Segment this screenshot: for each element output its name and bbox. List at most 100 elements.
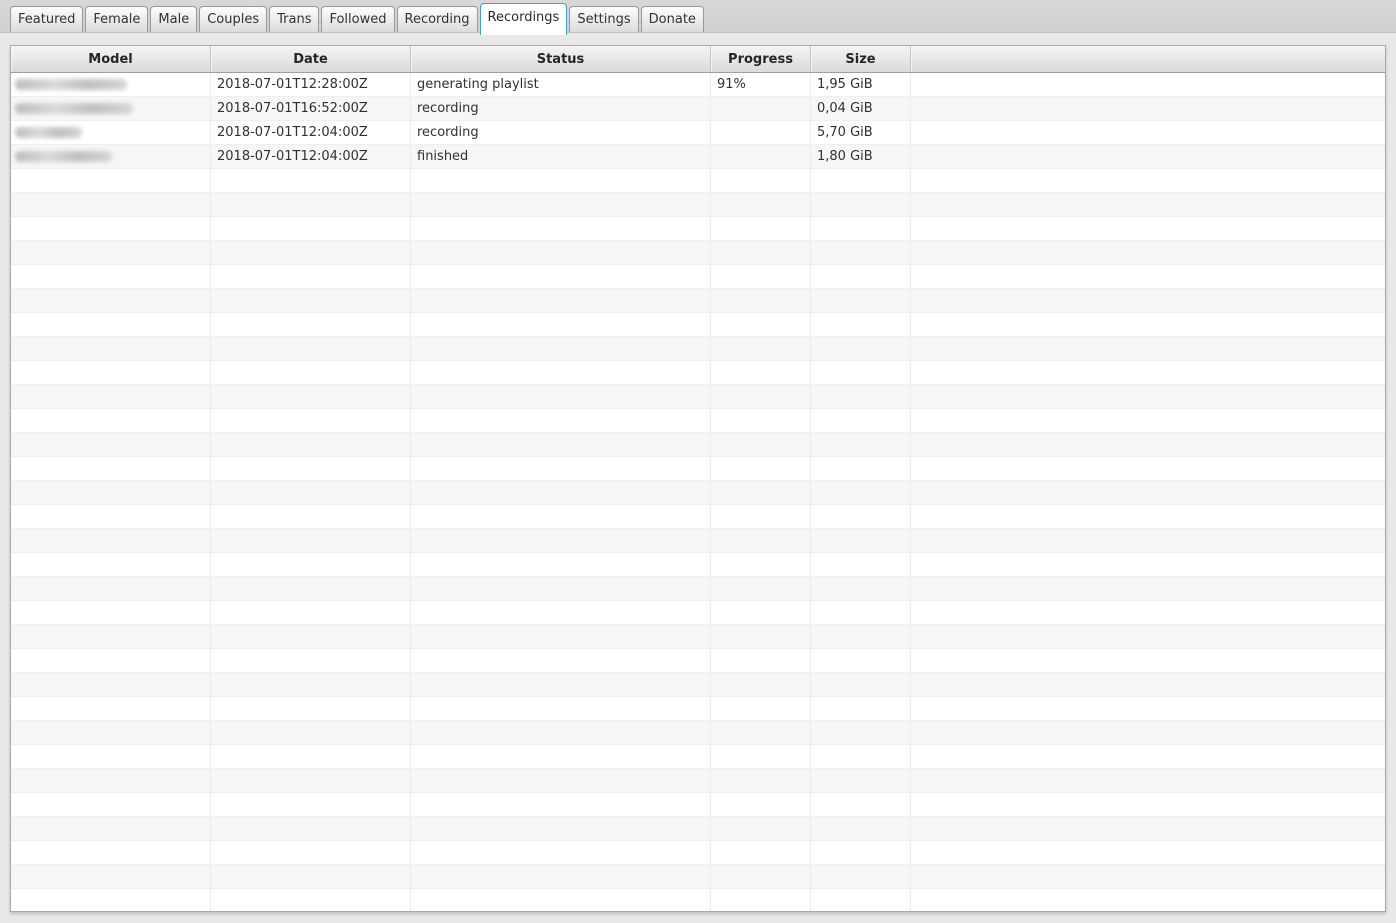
table-row-empty	[11, 361, 1385, 385]
cell-size	[811, 673, 911, 696]
cell-progress	[711, 217, 811, 240]
cell-date: 2018-07-01T12:04:00Z	[211, 121, 411, 144]
tab-recordings[interactable]: Recordings	[479, 3, 568, 35]
cell-model	[11, 601, 211, 624]
table-row-empty	[11, 625, 1385, 649]
cell-model	[11, 745, 211, 768]
cell-status: recording	[411, 97, 711, 120]
column-header-status[interactable]: Status	[411, 46, 711, 72]
column-header-progress[interactable]: Progress	[711, 46, 811, 72]
cell-date	[211, 817, 411, 840]
cell-progress	[711, 625, 811, 648]
table-row-empty	[11, 241, 1385, 265]
cell-size	[811, 817, 911, 840]
tab-donate[interactable]: Donate	[640, 6, 704, 32]
column-header-model[interactable]: Model	[11, 46, 211, 72]
tab-featured[interactable]: Featured	[10, 6, 84, 32]
cell-progress	[711, 553, 811, 576]
table-row-empty	[11, 553, 1385, 577]
cell-blank	[911, 601, 1385, 624]
cell-date	[211, 409, 411, 432]
cell-date	[211, 265, 411, 288]
cell-size	[811, 625, 911, 648]
cell-progress	[711, 841, 811, 864]
cell-blank	[911, 409, 1385, 432]
table-row-empty	[11, 889, 1385, 911]
cell-size	[811, 577, 911, 600]
tab-label: Female	[93, 12, 141, 27]
column-header-label: Progress	[728, 51, 793, 67]
cell-status-text: recording	[417, 101, 479, 116]
column-header-date[interactable]: Date	[211, 46, 411, 72]
table-row[interactable]: 2018-07-01T12:28:00Z generating playlist 9…	[11, 73, 1385, 97]
column-header-size[interactable]: Size	[811, 46, 911, 72]
cell-status	[411, 649, 711, 672]
cell-blank	[911, 313, 1385, 336]
tab-female[interactable]: Female	[85, 6, 149, 32]
table-body: 2018-07-01T12:28:00Z generating playlist 9…	[11, 73, 1385, 911]
cell-status	[411, 529, 711, 552]
cell-progress	[711, 505, 811, 528]
cell-blank	[911, 745, 1385, 768]
tab-recording[interactable]: Recording	[396, 6, 478, 32]
cell-blank	[911, 169, 1385, 192]
cell-blank	[911, 553, 1385, 576]
cell-model	[11, 313, 211, 336]
cell-size	[811, 649, 911, 672]
cell-progress	[711, 889, 811, 911]
cell-blank	[911, 649, 1385, 672]
table-row-empty	[11, 601, 1385, 625]
cell-status	[411, 889, 711, 911]
cell-date	[211, 433, 411, 456]
cell-size	[811, 337, 911, 360]
cell-model	[11, 481, 211, 504]
cell-status	[411, 553, 711, 576]
cell-size	[811, 409, 911, 432]
tab-male[interactable]: Male	[150, 6, 198, 32]
table-row[interactable]: 2018-07-01T12:04:00Z finished 1,80 GiB	[11, 145, 1385, 169]
table-row-empty	[11, 289, 1385, 313]
table-row-empty	[11, 481, 1385, 505]
cell-date	[211, 361, 411, 384]
table-row-empty	[11, 337, 1385, 361]
cell-size	[811, 193, 911, 216]
cell-status	[411, 193, 711, 216]
cell-status	[411, 385, 711, 408]
column-header-blank	[911, 46, 1385, 72]
cell-progress	[711, 817, 811, 840]
model-name-redacted	[15, 103, 133, 114]
tab-couples[interactable]: Couples	[199, 6, 268, 32]
tab-settings[interactable]: Settings	[569, 6, 639, 32]
cell-status	[411, 865, 711, 888]
cell-status	[411, 793, 711, 816]
cell-blank	[911, 793, 1385, 816]
cell-status	[411, 433, 711, 456]
tab-trans[interactable]: Trans	[269, 6, 320, 32]
cell-size	[811, 169, 911, 192]
cell-status	[411, 457, 711, 480]
tab-label: Settings	[577, 12, 631, 27]
cell-date-text: 2018-07-01T12:28:00Z	[217, 77, 368, 92]
tab-label: Recordings	[487, 9, 560, 25]
cell-model	[11, 217, 211, 240]
cell-size	[811, 793, 911, 816]
tab-label: Followed	[329, 12, 387, 27]
cell-model	[11, 889, 211, 911]
cell-size	[811, 601, 911, 624]
cell-status-text: recording	[417, 125, 479, 140]
cell-date	[211, 289, 411, 312]
cell-model	[11, 793, 211, 816]
cell-date	[211, 313, 411, 336]
cell-date	[211, 841, 411, 864]
cell-size	[811, 745, 911, 768]
table-row[interactable]: 2018-07-01T12:04:00Z recording 5,70 GiB	[11, 121, 1385, 145]
cell-progress	[711, 745, 811, 768]
table-row[interactable]: 2018-07-01T16:52:00Z recording 0,04 GiB	[11, 97, 1385, 121]
cell-progress	[711, 193, 811, 216]
cell-size	[811, 529, 911, 552]
tab-followed[interactable]: Followed	[321, 6, 395, 32]
cell-status	[411, 697, 711, 720]
cell-size	[811, 289, 911, 312]
cell-date	[211, 241, 411, 264]
cell-model	[11, 457, 211, 480]
